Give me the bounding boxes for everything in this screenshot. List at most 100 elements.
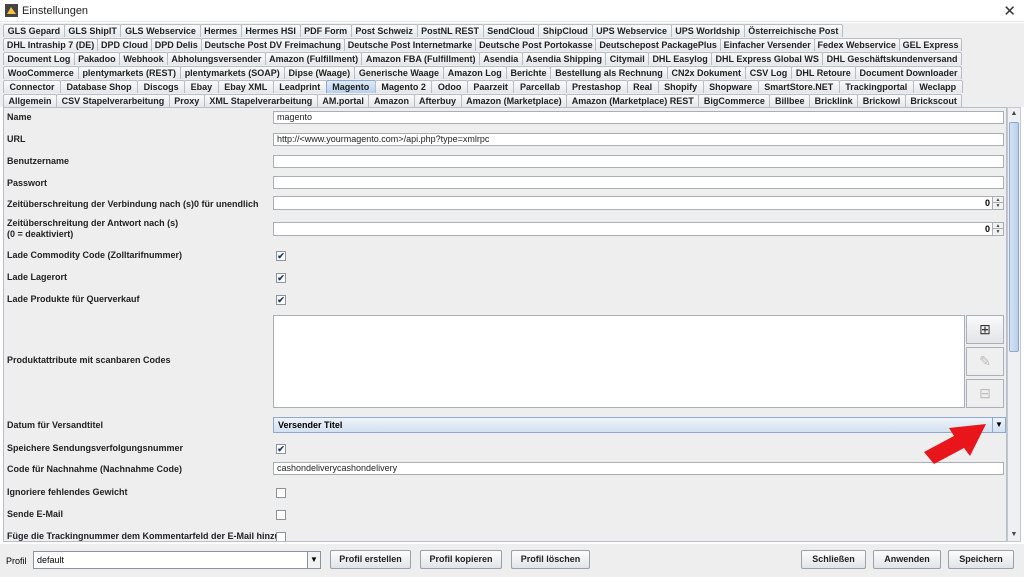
tab-cn2x-dokument[interactable]: CN2x Dokument xyxy=(666,66,746,79)
tab-dpd-delis[interactable]: DPD Delis xyxy=(150,38,202,51)
tab-billbee[interactable]: Billbee xyxy=(769,94,811,107)
password-input[interactable] xyxy=(273,176,1004,189)
tab-smartstore-net[interactable]: SmartStore.NET xyxy=(757,80,840,93)
tab-am-portal[interactable]: AM.portal xyxy=(316,94,370,107)
chevron-down-icon[interactable]: ▼ xyxy=(307,552,320,568)
tab-csv-log[interactable]: CSV Log xyxy=(744,66,793,79)
copy-profile-button[interactable]: Profil kopieren xyxy=(420,550,502,569)
tab-shipcloud[interactable]: ShipCloud xyxy=(538,24,593,37)
tab-bricklink[interactable]: Bricklink xyxy=(809,94,859,107)
tab-hermes[interactable]: Hermes xyxy=(199,24,242,37)
close-button[interactable]: Schließen xyxy=(801,550,866,569)
tab-trackingportal[interactable]: Trackingportal xyxy=(838,80,914,93)
lagerort-checkbox[interactable]: ✔ xyxy=(276,273,286,283)
tab-amazon-marketplace-rest[interactable]: Amazon (Marketplace) REST xyxy=(566,94,700,107)
tracking-comment-checkbox[interactable] xyxy=(276,532,286,541)
tab-einfacher-versender[interactable]: Einfacher Versender xyxy=(719,38,815,51)
tab-gls-gepard[interactable]: GLS Gepard xyxy=(3,24,65,37)
tab-leadprint[interactable]: Leadprint xyxy=(272,80,327,93)
tab-ups-webservice[interactable]: UPS Webservice xyxy=(591,24,672,37)
save-button[interactable]: Speichern xyxy=(948,550,1014,569)
spinner-buttons[interactable]: ▲ ▼ xyxy=(992,223,1003,235)
tab-amazon[interactable]: Amazon xyxy=(368,94,415,107)
tab-brickscout[interactable]: Brickscout xyxy=(904,94,963,107)
tab-österreichische-post[interactable]: Österreichische Post xyxy=(743,24,843,37)
shipping-title-date-select[interactable]: Versender Titel ▼ xyxy=(273,417,1006,433)
delete-profile-button[interactable]: Profil löschen xyxy=(511,550,590,569)
ignore-weight-checkbox[interactable] xyxy=(276,488,286,498)
send-email-checkbox[interactable] xyxy=(276,510,286,520)
tab-plentymarkets-rest[interactable]: plentymarkets (REST) xyxy=(77,66,181,79)
tab-dhl-intraship-7-de[interactable]: DHL Intraship 7 (DE) xyxy=(3,38,99,51)
tab-webhook[interactable]: Webhook xyxy=(118,52,169,65)
tab-amazon-log[interactable]: Amazon Log xyxy=(442,66,507,79)
tab-magento[interactable]: Magento xyxy=(325,80,376,93)
tab-dpd-cloud[interactable]: DPD Cloud xyxy=(97,38,152,51)
tab-bestellung-als-rechnung[interactable]: Bestellung als Rechnung xyxy=(550,66,668,79)
tab-paarzeit[interactable]: Paarzeit xyxy=(466,80,515,93)
scroll-up-icon[interactable]: ▲ xyxy=(1008,108,1020,120)
tab-magento-2[interactable]: Magento 2 xyxy=(374,80,433,93)
tab-dhl-express-global-ws[interactable]: DHL Express Global WS xyxy=(711,52,824,65)
chevron-down-icon[interactable]: ▼ xyxy=(992,418,1005,432)
vertical-scrollbar[interactable]: ▲ ▼ xyxy=(1007,107,1021,542)
tab-amazon-fba-fulfillment[interactable]: Amazon FBA (Fulfillment) xyxy=(361,52,480,65)
tab-proxy[interactable]: Proxy xyxy=(168,94,205,107)
tab-dhl-easylog[interactable]: DHL Easylog xyxy=(648,52,713,65)
username-input[interactable] xyxy=(273,155,1004,168)
tab-document-downloader[interactable]: Document Downloader xyxy=(854,66,963,79)
tab-postnl-rest[interactable]: PostNL REST xyxy=(416,24,484,37)
tab-hermes-hsi[interactable]: Hermes HSI xyxy=(240,24,301,37)
tab-discogs[interactable]: Discogs xyxy=(137,80,186,93)
tab-woocommerce[interactable]: WooCommerce xyxy=(3,66,79,79)
tab-berichte[interactable]: Berichte xyxy=(505,66,552,79)
tab-amazon-marketplace[interactable]: Amazon (Marketplace) xyxy=(460,94,568,107)
response-timeout-spinner[interactable]: 0 ▲ ▼ xyxy=(273,222,1004,236)
tab-prestashop[interactable]: Prestashop xyxy=(565,80,628,93)
tab-amazon-fulfillment[interactable]: Amazon (Fulfillment) xyxy=(264,52,363,65)
tab-gls-shipit[interactable]: GLS ShipIT xyxy=(63,24,122,37)
close-icon[interactable]: ✕ xyxy=(1003,2,1016,20)
tab-generische-waage[interactable]: Generische Waage xyxy=(353,66,444,79)
tab-csv-stapelverarbeitung[interactable]: CSV Stapelverarbeitung xyxy=(56,94,170,107)
tab-sendcloud[interactable]: SendCloud xyxy=(482,24,540,37)
tab-pdf-form[interactable]: PDF Form xyxy=(299,24,352,37)
name-input[interactable]: magento xyxy=(273,111,1004,124)
tab-document-log[interactable]: Document Log xyxy=(3,52,75,65)
tab-pakadoo[interactable]: Pakadoo xyxy=(73,52,120,65)
tab-gel-express[interactable]: GEL Express xyxy=(898,38,963,51)
scrollbar-thumb[interactable] xyxy=(1009,122,1019,352)
tab-weclapp[interactable]: Weclapp xyxy=(912,80,963,93)
spinner-down-icon[interactable]: ▼ xyxy=(993,229,1003,235)
tab-plentymarkets-soap[interactable]: plentymarkets (SOAP) xyxy=(179,66,285,79)
tab-odoo[interactable]: Odoo xyxy=(431,80,468,93)
tab-dhl-geschäftskundenversand[interactable]: DHL Geschäftskundenversand xyxy=(822,52,962,65)
cod-code-input[interactable]: cashondeliverycashondelivery xyxy=(273,462,1004,475)
tab-citymail[interactable]: Citymail xyxy=(605,52,650,65)
commodity-code-checkbox[interactable]: ✔ xyxy=(276,251,286,261)
spinner-buttons[interactable]: ▲ ▼ xyxy=(992,197,1003,209)
tab-asendia[interactable]: Asendia xyxy=(478,52,523,65)
tab-database-shop[interactable]: Database Shop xyxy=(60,80,139,93)
remove-attribute-button[interactable]: ⊟ xyxy=(966,379,1004,408)
querverkauf-checkbox[interactable]: ✔ xyxy=(276,295,286,305)
tab-brickowl[interactable]: Brickowl xyxy=(857,94,906,107)
tab-asendia-shipping[interactable]: Asendia Shipping xyxy=(521,52,607,65)
tab-shopware[interactable]: Shopware xyxy=(702,80,759,93)
apply-button[interactable]: Anwenden xyxy=(873,550,941,569)
profile-select[interactable]: default ▼ xyxy=(33,551,321,569)
tab-afterbuy[interactable]: Afterbuy xyxy=(413,94,462,107)
tab-allgemein[interactable]: Allgemein xyxy=(3,94,58,107)
url-input[interactable]: http://<www.yourmagento.com>/api.php?typ… xyxy=(273,133,1004,146)
tab-deutsche-post-internetmarke[interactable]: Deutsche Post Internetmarke xyxy=(343,38,477,51)
tab-dhl-retoure[interactable]: DHL Retoure xyxy=(791,66,856,79)
tab-parcellab[interactable]: Parcellab xyxy=(513,80,567,93)
spinner-down-icon[interactable]: ▼ xyxy=(993,203,1003,209)
tab-deutschepost-packageplus[interactable]: Deutschepost PackagePlus xyxy=(595,38,721,51)
tab-connector[interactable]: Connector xyxy=(3,80,62,93)
edit-attribute-button[interactable]: ✎ xyxy=(966,347,1004,376)
tab-post-schweiz[interactable]: Post Schweiz xyxy=(350,24,418,37)
scroll-down-icon[interactable]: ▼ xyxy=(1008,529,1020,541)
tab-shopify[interactable]: Shopify xyxy=(657,80,704,93)
tab-ebay[interactable]: Ebay xyxy=(184,80,219,93)
